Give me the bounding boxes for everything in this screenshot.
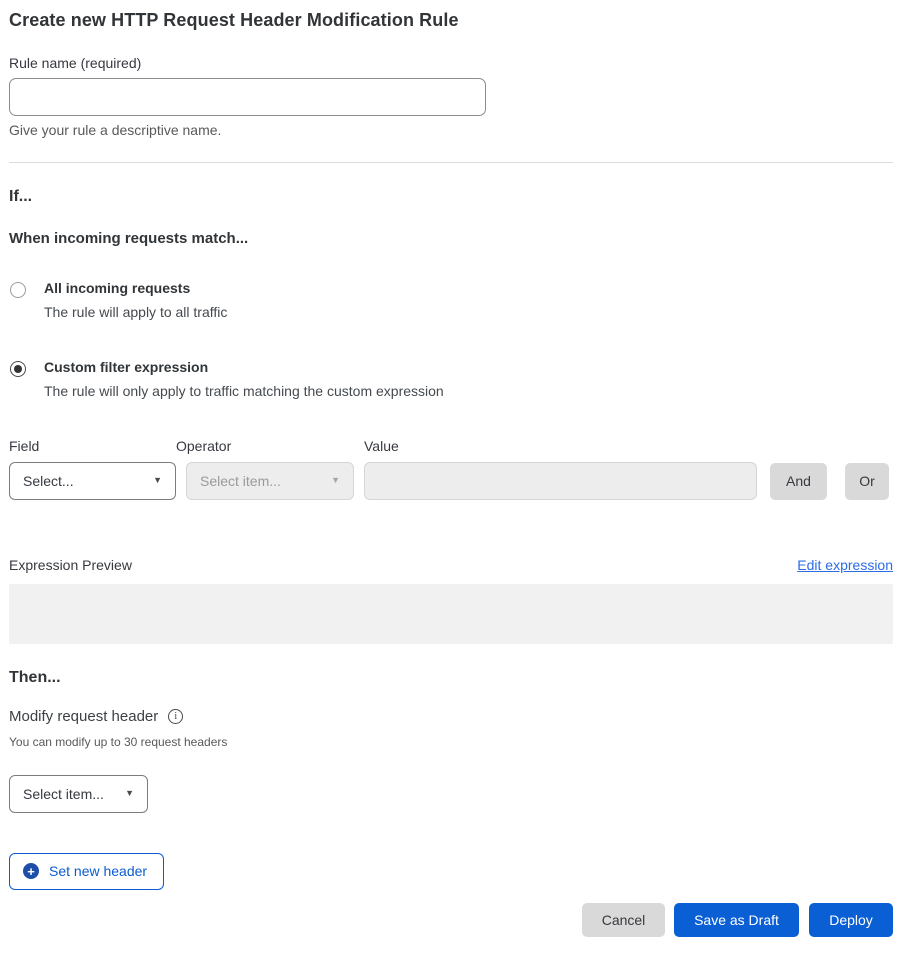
radio-button-icon[interactable]	[10, 282, 26, 298]
chevron-down-icon: ▼	[153, 476, 162, 485]
value-label: Value	[364, 438, 757, 454]
info-icon[interactable]: i	[168, 709, 183, 724]
rule-name-input[interactable]	[9, 78, 486, 116]
set-new-header-label: Set new header	[49, 863, 147, 879]
operator-label: Operator	[176, 438, 354, 454]
section-divider	[9, 162, 893, 163]
radio-all-incoming-requests[interactable]: All incoming requests The rule will appl…	[9, 280, 893, 320]
plus-icon: +	[23, 863, 39, 879]
radio-description: The rule will only apply to traffic matc…	[44, 383, 444, 399]
set-new-header-button[interactable]: + Set new header	[9, 853, 164, 890]
save-as-draft-button[interactable]: Save as Draft	[674, 903, 799, 937]
expression-preview-label: Expression Preview	[9, 557, 132, 573]
radio-button-icon[interactable]	[10, 361, 26, 377]
radio-custom-filter-expression[interactable]: Custom filter expression The rule will o…	[9, 359, 893, 399]
deploy-button[interactable]: Deploy	[809, 903, 893, 937]
create-rule-form: Create new HTTP Request Header Modificat…	[0, 0, 899, 890]
modify-request-header-label: Modify request header	[9, 708, 158, 725]
field-select[interactable]: Select... ▼	[9, 462, 176, 500]
page-title: Create new HTTP Request Header Modificat…	[9, 10, 893, 31]
field-select-value: Select...	[23, 473, 74, 489]
match-subheading: When incoming requests match...	[9, 230, 893, 247]
header-limit-hint: You can modify up to 30 request headers	[9, 735, 893, 749]
or-button[interactable]: Or	[845, 463, 889, 500]
cancel-button[interactable]: Cancel	[582, 903, 665, 937]
operator-select-value: Select item...	[200, 473, 281, 489]
filter-expression-row: Field Select... ▼ Operator Select item..…	[9, 438, 893, 500]
chevron-down-icon: ▼	[125, 789, 134, 798]
edit-expression-link[interactable]: Edit expression	[797, 557, 893, 573]
header-operation-select-value: Select item...	[23, 786, 104, 802]
operator-select[interactable]: Select item... ▼	[186, 462, 354, 500]
radio-label: All incoming requests	[44, 280, 227, 297]
value-input[interactable]	[364, 462, 757, 500]
expression-preview-header: Expression Preview Edit expression	[9, 557, 893, 573]
radio-label: Custom filter expression	[44, 359, 444, 376]
rule-name-label: Rule name (required)	[9, 55, 893, 71]
then-heading: Then...	[9, 669, 893, 687]
match-type-radio-group: All incoming requests The rule will appl…	[9, 280, 893, 399]
footer-actions: Cancel Save as Draft Deploy	[582, 903, 893, 937]
and-button[interactable]: And	[770, 463, 827, 500]
header-operation-select[interactable]: Select item... ▼	[9, 775, 148, 813]
chevron-down-icon: ▼	[331, 476, 340, 485]
if-heading: If...	[9, 188, 893, 206]
expression-preview-box	[9, 584, 893, 644]
radio-description: The rule will apply to all traffic	[44, 304, 227, 320]
field-label: Field	[9, 438, 176, 454]
rule-name-help: Give your rule a descriptive name.	[9, 122, 893, 138]
